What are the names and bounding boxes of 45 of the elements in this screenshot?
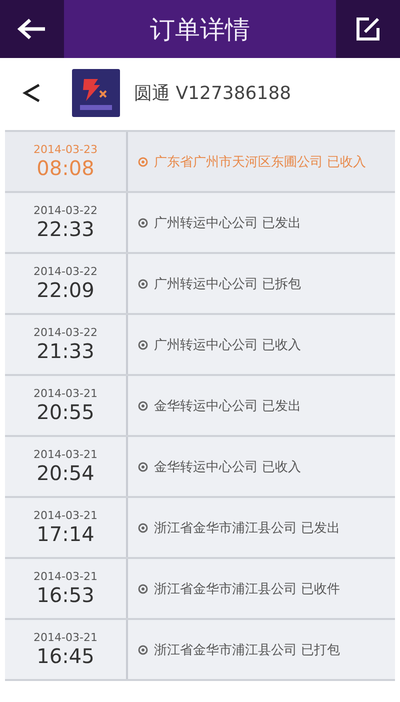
timeline-dot-icon bbox=[138, 278, 148, 288]
event-time: 17:14 bbox=[36, 522, 94, 546]
back-button[interactable] bbox=[0, 0, 64, 58]
event-date: 2014-03-22 bbox=[34, 265, 98, 278]
timeline-dot-icon bbox=[138, 584, 148, 594]
event-description: 浙江省金华市浦江县公司 已收件 bbox=[154, 580, 340, 598]
back-button[interactable] bbox=[22, 81, 42, 105]
timeline-dot-icon bbox=[138, 522, 148, 532]
event-description: 浙江省金华市浦江县公司 已打包 bbox=[154, 642, 340, 658]
event-time: 16:53 bbox=[36, 583, 94, 607]
logo-icon bbox=[72, 69, 120, 117]
timeline-dot-icon bbox=[138, 156, 148, 166]
timeline-dot-icon bbox=[138, 644, 148, 654]
event-time: 08:08 bbox=[36, 156, 94, 180]
event-time: 21:33 bbox=[36, 339, 94, 363]
chevron-left-icon bbox=[22, 81, 42, 105]
edit-icon bbox=[355, 16, 381, 42]
event-description: 广州转运中心公司 已收入 bbox=[154, 336, 302, 354]
event-time: 16:45 bbox=[36, 644, 94, 668]
event-description: 金华转运中心公司 已收入 bbox=[154, 458, 302, 476]
event-description: 广州转运中心公司 已发出 bbox=[154, 214, 302, 232]
event-date: 2014-03-21 bbox=[34, 387, 98, 400]
company-tracking-number: 圆通 V127386188 bbox=[134, 82, 292, 105]
event-date: 2014-03-22 bbox=[34, 204, 98, 217]
event-date: 2014-03-22 bbox=[34, 326, 98, 339]
back-arrow-icon bbox=[17, 18, 47, 40]
page-title: 订单详情 bbox=[150, 14, 250, 46]
event-description: 广州转运中心公司 已拆包 bbox=[154, 276, 302, 292]
event-date: 2014-03-23 bbox=[34, 143, 98, 156]
timeline-dot-icon bbox=[138, 400, 148, 410]
event-description: 广东省广州市天河区东圃公司 已收入 bbox=[154, 154, 366, 170]
event-time: 22:09 bbox=[36, 278, 94, 302]
event-time: 20:55 bbox=[36, 400, 94, 424]
event-time: 22:33 bbox=[36, 217, 94, 241]
event-date: 2014-03-21 bbox=[34, 448, 98, 461]
event-time: 20:54 bbox=[36, 461, 94, 485]
event-date: 2014-03-21 bbox=[34, 570, 98, 583]
event-date: 2014-03-21 bbox=[34, 509, 98, 522]
event-description: 金华转运中心公司 已发出 bbox=[154, 398, 302, 414]
timeline-dot-icon bbox=[138, 340, 148, 350]
edit-button[interactable] bbox=[336, 0, 400, 58]
event-date: 2014-03-21 bbox=[34, 631, 98, 644]
timeline-dot-icon bbox=[138, 462, 148, 472]
timeline-dot-icon bbox=[138, 218, 148, 228]
event-description: 浙江省金华市浦江县公司 已发出 bbox=[154, 520, 340, 536]
